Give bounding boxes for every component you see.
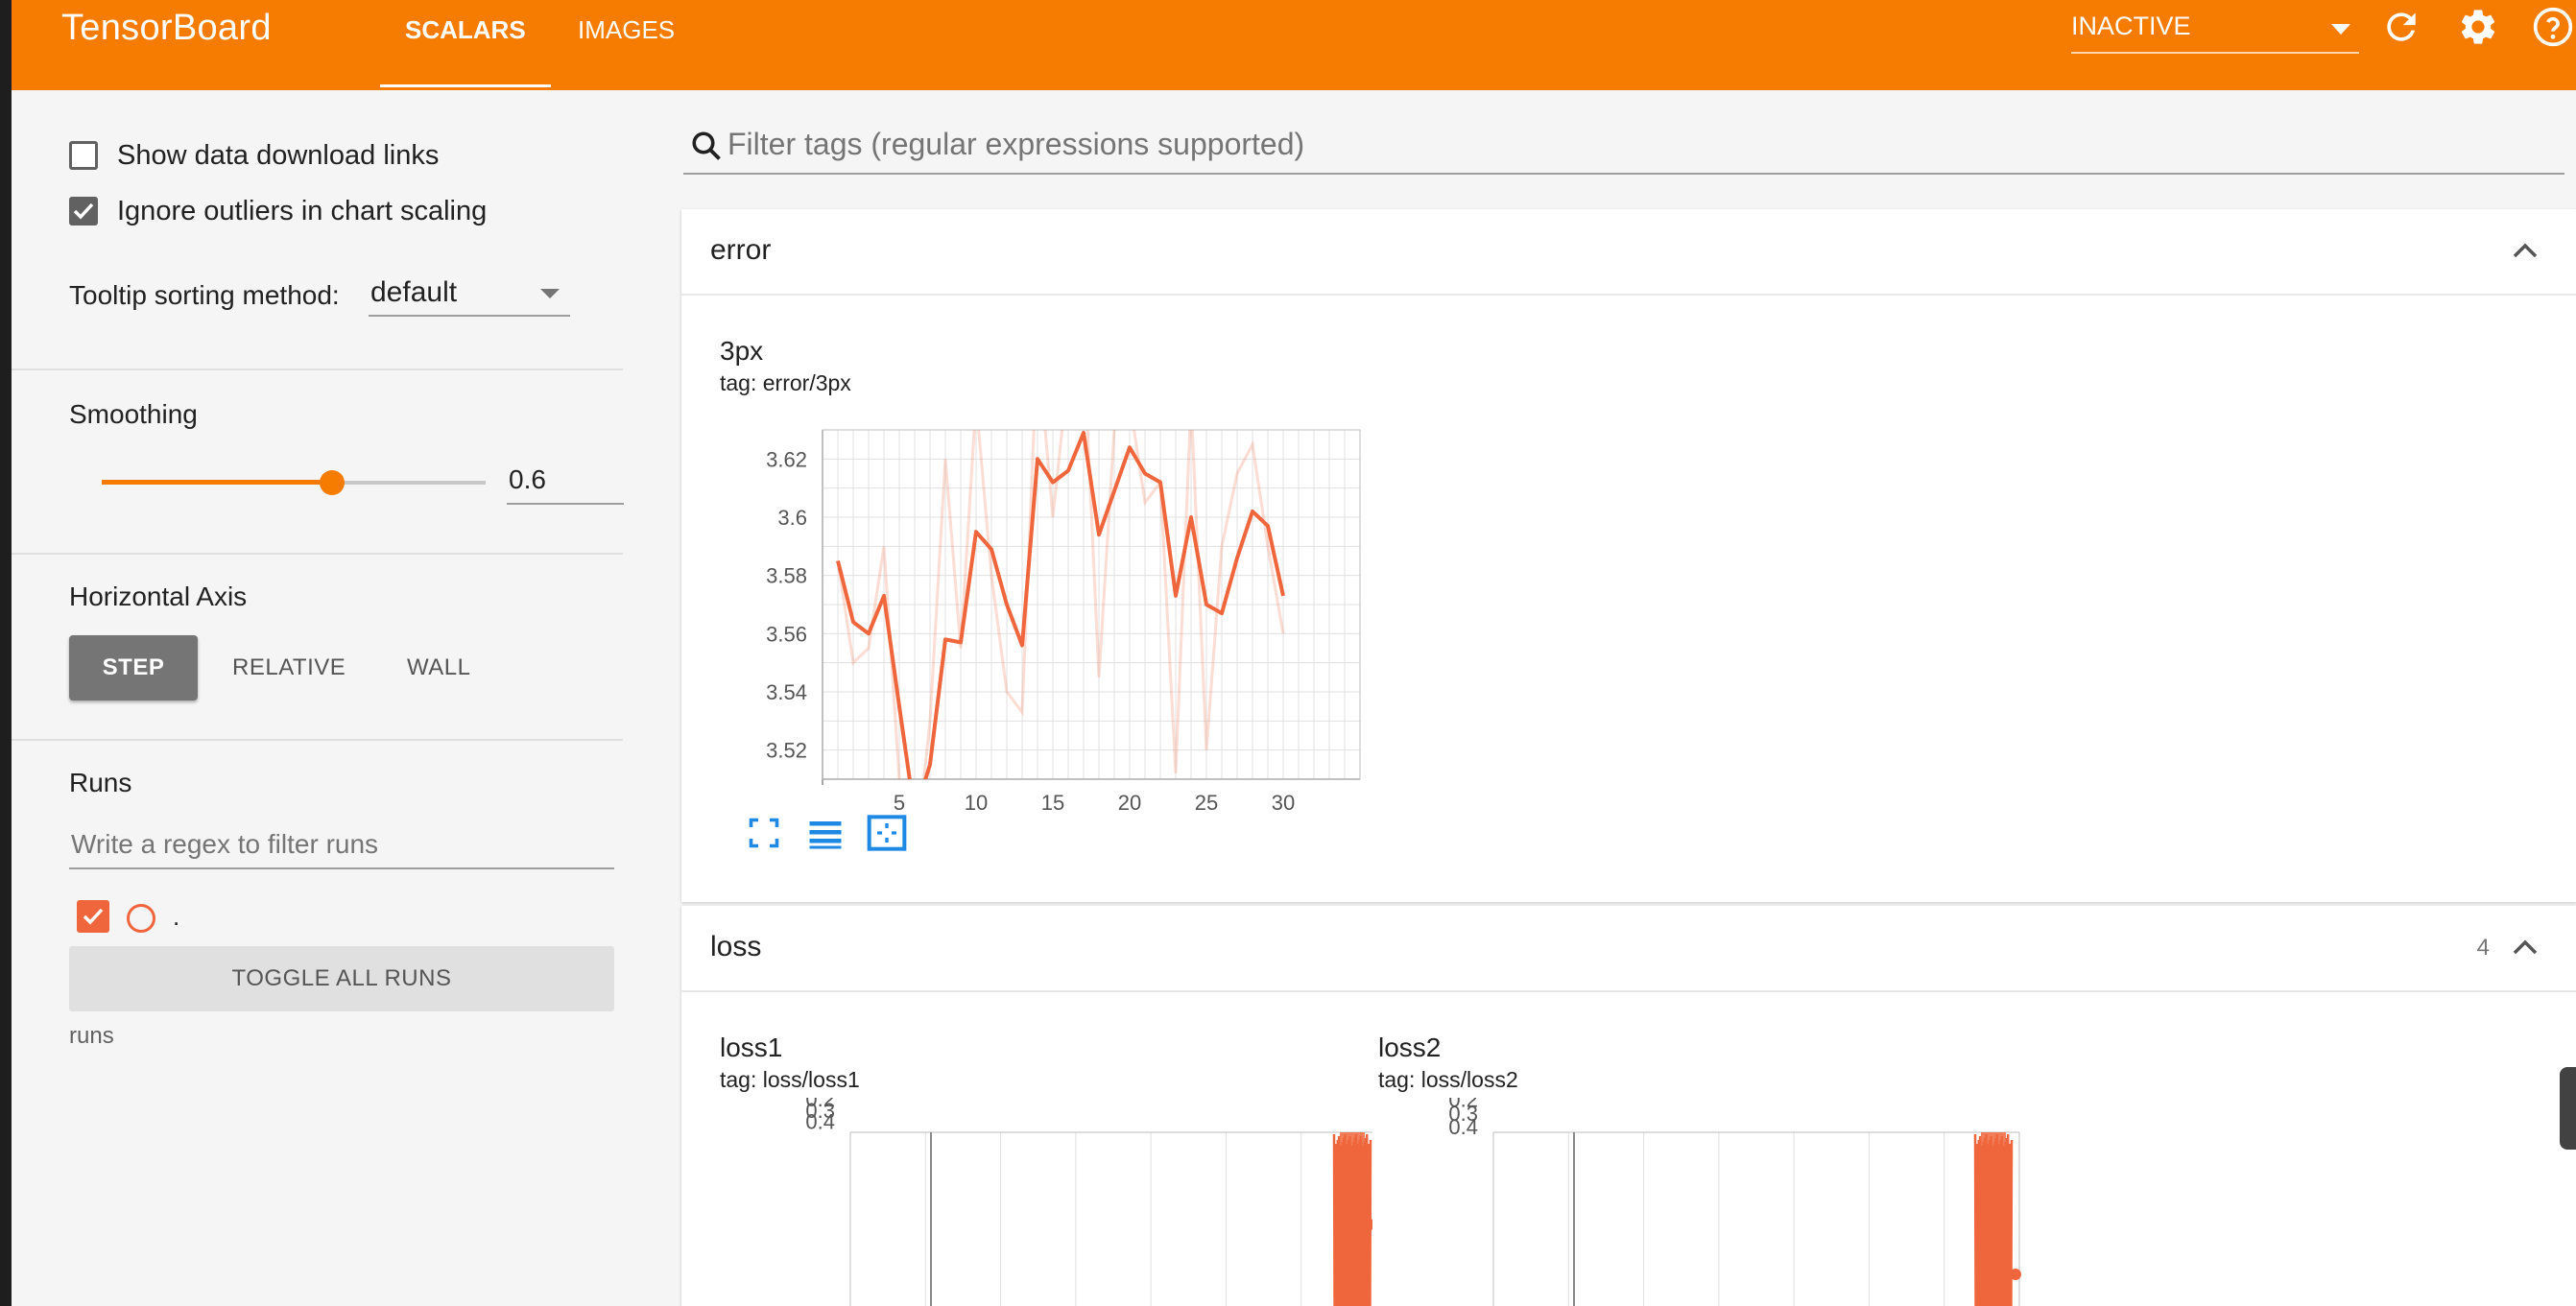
smoothing-label: Smoothing bbox=[69, 399, 198, 429]
axis-wall-button[interactable]: WALL bbox=[407, 635, 470, 700]
section-loss: loss 4 loss1 tag: loss/loss1 0.2 0.3 0.4 l… bbox=[681, 906, 2576, 1306]
divider bbox=[12, 553, 623, 555]
y-tick-label: 3.62 bbox=[766, 447, 807, 471]
section-title: error bbox=[710, 234, 772, 266]
run-radio-button[interactable] bbox=[127, 904, 155, 933]
x-tick-label: 5 bbox=[894, 791, 905, 815]
refresh-icon[interactable] bbox=[2380, 6, 2422, 48]
ignore-outliers-checkbox[interactable]: Ignore outliers in chart scaling bbox=[69, 192, 487, 230]
y-tick-label: 3.52 bbox=[766, 739, 807, 763]
section-count: 4 bbox=[2476, 935, 2490, 961]
runs-filter-input[interactable]: Write a regex to filter runs bbox=[69, 823, 614, 869]
checkbox-label: Ignore outliers in chart scaling bbox=[117, 195, 488, 226]
tab-scalars[interactable]: SCALARS bbox=[380, 15, 551, 87]
chevron-up-icon[interactable] bbox=[2513, 938, 2538, 956]
fullscreen-icon[interactable] bbox=[747, 816, 781, 850]
settings-gear-icon[interactable] bbox=[2457, 6, 2499, 48]
tensorboard-app: TensorBoard SCALARS IMAGES INACTIVE Show… bbox=[12, 0, 2576, 1306]
section-title: loss bbox=[710, 931, 762, 962]
section-error: error 3px tag: error/3px 5 10 15 20 25 30 3.52… bbox=[681, 209, 2576, 902]
search-icon bbox=[692, 131, 721, 160]
axis-relative-button[interactable]: RELATIVE bbox=[232, 635, 346, 700]
chart-title: loss1 bbox=[720, 1033, 783, 1062]
series-smoothed-band bbox=[1981, 1132, 2006, 1306]
checkbox-box[interactable] bbox=[69, 141, 98, 170]
app-title: TensorBoard bbox=[61, 8, 272, 48]
data-table-toggle-icon[interactable] bbox=[806, 816, 845, 850]
check-icon bbox=[73, 202, 94, 220]
horizontal-axis-label: Horizontal Axis bbox=[69, 582, 248, 611]
tooltip-sorting-value: default bbox=[370, 276, 458, 308]
y-tick-label: 0.4 bbox=[1448, 1115, 1478, 1139]
y-tick-label: 3.6 bbox=[777, 506, 807, 530]
top-toolbar: TensorBoard SCALARS IMAGES INACTIVE bbox=[12, 0, 2576, 90]
section-header[interactable]: loss 4 bbox=[681, 906, 2576, 992]
y-tick-label: 3.56 bbox=[766, 622, 807, 646]
chevron-up-icon[interactable] bbox=[2513, 242, 2538, 259]
x-tick-label: 25 bbox=[1195, 791, 1218, 815]
fit-domain-icon[interactable] bbox=[866, 814, 908, 852]
runs-filter-placeholder: Write a regex to filter runs bbox=[71, 829, 379, 859]
x-tick-label: 20 bbox=[1118, 791, 1141, 815]
chart-tag: tag: loss/loss1 bbox=[720, 1067, 860, 1092]
chart-loss1-plot[interactable]: 0.20.30.4 bbox=[720, 1098, 1372, 1306]
y-tick-label: 3.54 bbox=[766, 680, 807, 704]
divider bbox=[12, 368, 623, 370]
divider bbox=[12, 739, 623, 741]
chart-title: loss2 bbox=[1378, 1033, 1442, 1062]
help-icon[interactable] bbox=[2532, 6, 2574, 48]
smoothing-slider-fill bbox=[102, 480, 332, 485]
chart-title: 3px bbox=[720, 336, 764, 366]
tooltip-sorting-label: Tooltip sorting method: bbox=[69, 280, 340, 310]
scroll-handle[interactable] bbox=[2560, 1067, 2576, 1150]
tag-filter-placeholder: Filter tags (regular expressions support… bbox=[727, 127, 1305, 161]
logdir-label: runs bbox=[69, 1023, 114, 1049]
smoothing-input[interactable]: 0.6 bbox=[507, 459, 624, 505]
runs-label: Runs bbox=[69, 768, 132, 797]
check-icon bbox=[83, 908, 104, 925]
axis-step-button[interactable]: STEP bbox=[69, 635, 198, 700]
chart-loss2-plot[interactable]: 0.20.30.4 bbox=[1378, 1098, 2031, 1306]
run-name: . bbox=[173, 902, 180, 931]
series-end-point bbox=[2010, 1269, 2021, 1280]
series-smoothed-band bbox=[1340, 1132, 1365, 1306]
smoothing-value: 0.6 bbox=[509, 464, 546, 494]
status-dropdown[interactable]: INACTIVE bbox=[2071, 12, 2359, 54]
checkbox-label: Show data download links bbox=[117, 139, 440, 171]
y-tick-label: 3.58 bbox=[766, 564, 807, 588]
sidebar: Show data download links Ignore outliers… bbox=[12, 90, 641, 1306]
tag-filter-input[interactable]: Filter tags (regular expressions support… bbox=[683, 119, 2564, 175]
run-checkbox[interactable] bbox=[77, 900, 109, 933]
x-tick-label: 30 bbox=[1272, 791, 1295, 815]
checkbox-box-checked[interactable] bbox=[69, 197, 98, 226]
dropdown-arrow-icon bbox=[540, 289, 560, 298]
toggle-all-runs-button[interactable]: TOGGLE ALL RUNS bbox=[69, 946, 614, 1011]
tooltip-sorting-select[interactable]: default bbox=[369, 271, 570, 317]
chart-tag: tag: loss/loss2 bbox=[1378, 1067, 1518, 1092]
tab-images[interactable]: IMAGES bbox=[578, 15, 675, 45]
y-tick-label: 0.4 bbox=[805, 1109, 835, 1133]
smoothing-slider-handle[interactable] bbox=[320, 470, 345, 495]
dropdown-arrow-icon bbox=[2331, 24, 2350, 35]
section-header[interactable]: error bbox=[681, 209, 2576, 296]
x-tick-label: 10 bbox=[965, 791, 988, 815]
chart-tag: tag: error/3px bbox=[720, 370, 851, 395]
show-download-links-checkbox[interactable]: Show data download links bbox=[69, 136, 439, 175]
x-tick-label: 15 bbox=[1041, 791, 1064, 815]
status-label: INACTIVE bbox=[2071, 12, 2191, 40]
